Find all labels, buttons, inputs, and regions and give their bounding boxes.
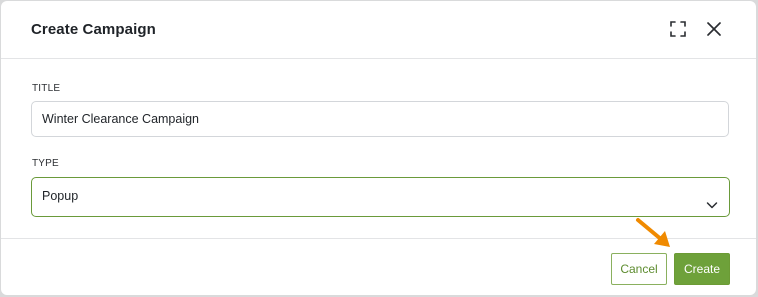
close-icon[interactable]: [704, 19, 724, 39]
dialog-header: Create Campaign: [1, 1, 756, 59]
chevron-down-icon: [705, 190, 719, 209]
pointer-arrow-icon: [636, 218, 670, 247]
title-field-label: TITLE: [32, 83, 61, 94]
type-field-label: TYPE: [32, 158, 59, 169]
create-button[interactable]: Create: [674, 253, 730, 285]
type-select-value: Popup: [42, 189, 79, 203]
create-campaign-dialog: Create Campaign TITLE Winter Clearance C…: [1, 1, 756, 295]
type-select[interactable]: Popup: [31, 177, 730, 217]
title-input[interactable]: Winter Clearance Campaign: [31, 101, 729, 137]
cancel-button[interactable]: Cancel: [611, 253, 667, 285]
expand-icon[interactable]: [668, 19, 688, 39]
dialog-title: Create Campaign: [31, 21, 156, 38]
